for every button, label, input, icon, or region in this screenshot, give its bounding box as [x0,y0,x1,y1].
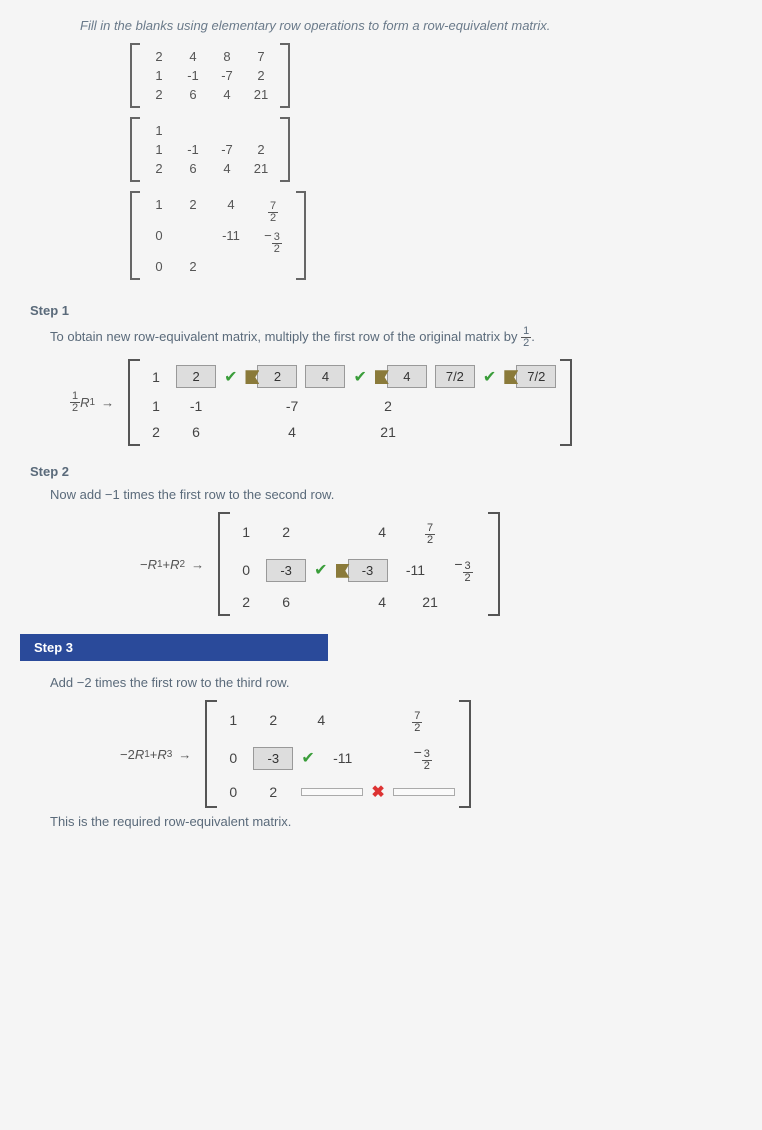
step2-text: Now add −1 times the first row to the se… [50,487,742,502]
check-icon: ✔ [301,748,314,768]
step3-input-3[interactable] [393,788,455,796]
step3-conclusion: This is the required row-equivalent matr… [50,814,742,829]
step1-input-6[interactable]: 7/2 [516,365,556,388]
step1-equation: 12R1→ 1 2✔ 2 4✔ 4 7/2✔ 7/2 1-1-72 26421 [70,359,742,446]
check-icon: ✔ [483,367,496,387]
matrix-1: 2487 1-1-72 26421 [130,43,290,108]
cross-icon: ✖ [371,782,384,802]
step1-heading: Step 1 [30,303,742,318]
step2-input-2[interactable]: -3 [348,559,388,582]
step2-input-1[interactable]: -3 [266,559,306,582]
step2-equation: −R1 + R2→ 12472 0 -3✔ -3 -11 −32 26421 [140,512,742,616]
instruction: Fill in the blanks using elementary row … [80,18,742,33]
step1-input-5[interactable]: 7/2 [435,365,475,388]
step1-input-4[interactable]: 4 [387,365,427,388]
matrix-3: 12472 0-11−32 02 [130,191,306,280]
step1-input-2[interactable]: 2 [257,365,297,388]
step1-input-1[interactable]: 2 [176,365,216,388]
step2-heading: Step 2 [30,464,742,479]
step3-heading: Step 3 [20,634,328,661]
check-icon: ✔ [314,560,327,580]
step1-text: To obtain new row-equivalent matrix, mul… [50,326,742,349]
step3-equation: −2R1 + R3→ 12472 0 -3✔ -11 −32 0 2 ✖ [120,700,742,808]
check-icon: ✔ [353,367,366,387]
check-icon: ✔ [224,367,237,387]
step3-text: Add −2 times the first row to the third … [50,675,742,690]
step3-input-2[interactable] [301,788,363,796]
step1-input-3[interactable]: 4 [305,365,345,388]
matrix-2: 1 1-1-72 26421 [130,117,290,182]
step3-input-1[interactable]: -3 [253,747,293,770]
